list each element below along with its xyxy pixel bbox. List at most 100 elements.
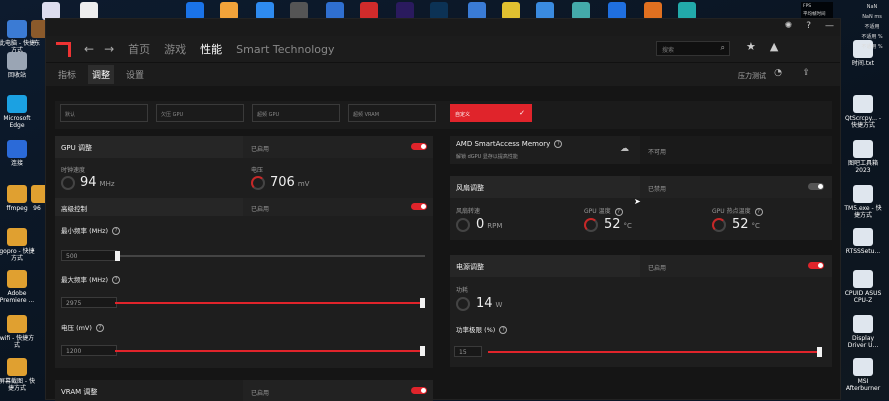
gauge-icon[interactable]: ◔ [774,68,782,78]
help-icon[interactable]: ? [754,207,763,216]
help-icon[interactable]: ? [614,207,623,216]
desktop-icon[interactable]: gopro - 快捷方式 [0,228,37,262]
advanced-control-label: 高级控制 [61,205,87,213]
voltage-mv-slider-handle[interactable] [420,346,425,356]
tab-smart-technology[interactable]: Smart Technology [236,43,334,56]
help-icon[interactable]: ? [112,276,121,284]
fan-status-cell [640,176,832,198]
checkmark-icon: ✓ [519,109,525,117]
stress-test-label[interactable]: 压力测试 [738,71,766,81]
power-limit-slider[interactable] [488,347,822,357]
back-button[interactable]: ← [84,42,94,56]
voltage-mv-slider-fill [115,350,420,352]
desktop-icon[interactable]: Microsoft Edge [0,95,37,129]
desktop-icon[interactable]: Display Driver U... [842,315,884,349]
help-icon[interactable]: ? [112,227,121,235]
preset-default[interactable]: 默认 [60,104,148,122]
desktop-icon[interactable]: Adobe Premiere ... [0,270,37,304]
sam-title-text: AMD SmartAccess Memory [456,140,551,148]
tab-settings[interactable]: 设置 [122,65,148,84]
preset-custom[interactable]: 自定义 ✓ [450,104,532,122]
max-freq-input[interactable]: 2975 [61,297,117,308]
voltage-gauge-icon [251,176,265,190]
bug-icon[interactable]: ✺ [785,21,793,31]
desktop-icon-label: 96 [33,205,41,212]
desktop-icon[interactable]: 东 [31,20,51,47]
power-draw-unit: W [495,301,503,309]
power-draw-label: 功耗 [456,287,469,294]
desktop-icon[interactable]: 连接 [0,140,37,167]
desktop-icon[interactable]: QtScrcpy... - 快捷方式 [842,95,884,129]
desktop-icon-label: 东 [33,40,40,47]
desktop-icon[interactable]: MSI Afterburner [842,358,884,392]
min-freq-slider-handle[interactable] [115,251,120,261]
desktop-icon[interactable]: RTSSSetu... [842,228,884,255]
desktop-icon[interactable]: CPUID ASUS CPU-Z [842,270,884,304]
voltage-mv-slider[interactable] [115,346,425,356]
min-freq-label: 最小频率 (MHz)? [61,225,121,235]
advanced-control-status-cell [243,198,433,216]
desktop-icon-label: Display Driver U... [847,335,879,349]
desktop-icon[interactable]: 回收站 [0,52,37,79]
help-icon[interactable]: ? [806,21,811,31]
desktop-icon[interactable]: wifi - 快捷方式 [0,315,37,349]
search-input[interactable]: 搜索 ⌕ [656,41,730,56]
voltage-label: 电压 [251,167,264,174]
fan-speed-number: 0 [476,217,485,232]
preset-bar: 默认 欠压 GPU 超频 GPU 超频 VRAM 自定义 ✓ [55,101,832,129]
help-icon[interactable]: ? [554,140,563,148]
tab-tuning[interactable]: 调整 [88,65,115,84]
max-freq-slider[interactable] [115,298,425,308]
gpu-tuning-toggle[interactable] [411,143,427,150]
desktop-icon-label: gopro - 快捷方式 [0,248,35,262]
desktop-icon[interactable]: 图吧工具箱 2023 [842,140,884,174]
desktop-icon-image [853,140,873,158]
overlay-metric-value: NaN ms [862,14,882,20]
voltage-unit: mV [297,180,310,188]
desktop-icon-label: Microsoft Edge [3,115,31,129]
desktop-icon[interactable]: TM5.exe - 快捷方式 [842,185,884,219]
preset-undervolt-gpu[interactable]: 欠压 GPU [156,104,244,122]
vram-toggle[interactable] [411,387,427,394]
forward-button[interactable]: → [104,42,114,56]
vram-status-cell [243,380,433,401]
power-limit-slider-handle[interactable] [817,347,822,357]
min-freq-input[interactable]: 500 [61,250,117,261]
power-gauge-icon [456,297,470,311]
voltage-number: 706 [270,175,295,190]
clock-speed-number: 94 [80,175,97,190]
desktop-icon-image [7,140,27,158]
power-toggle[interactable] [808,262,824,269]
minimize-icon[interactable]: — [825,21,834,31]
desktop-icon-image [853,95,873,113]
tab-home[interactable]: 首页 [128,41,150,57]
max-freq-slider-handle[interactable] [420,298,425,308]
desktop-icon[interactable]: 96 [31,185,51,212]
fan-speed-unit: RPM [487,222,503,230]
voltage-mv-input[interactable]: 1200 [61,345,117,356]
desktop-icon[interactable]: 屏幕截图 - 快捷方式 [0,358,37,392]
bell-icon[interactable]: ▲ [770,40,778,53]
gpu-tuning-status: 已启用 [251,146,270,153]
advanced-control-toggle[interactable] [411,203,427,210]
power-limit-text: 功率极限 (%) [456,326,496,334]
tab-gaming[interactable]: 游戏 [164,41,186,57]
help-icon[interactable]: ? [95,324,104,332]
power-limit-input[interactable]: 15 [454,346,482,357]
desktop-icon-label: CPUID ASUS CPU-Z [844,290,882,304]
min-freq-slider[interactable] [115,251,425,261]
preset-overclock-gpu[interactable]: 超频 GPU [252,104,340,122]
fan-toggle[interactable] [808,183,824,190]
preset-overclock-vram[interactable]: 超频 VRAM [348,104,436,122]
power-limit-label: 功率极限 (%)? [456,324,508,334]
fan-tuning-panel: 风扇调整 已禁用 风扇转速 0 RPM GPU 温度? 52 °C GPU 热点温度… [450,176,832,240]
star-icon[interactable]: ★ [746,40,756,53]
desktop-icon-label: wifi - 快捷方式 [0,335,35,349]
voltage-mv-label: 电压 (mV)? [61,322,104,332]
gpu-temp-text: GPU 温度 [584,208,611,215]
tab-performance[interactable]: 性能 [200,41,223,64]
hotspot-temp-text: GPU 热点温度 [712,208,751,215]
export-icon[interactable]: ⇪ [802,68,810,78]
tab-metrics[interactable]: 指标 [54,65,80,84]
help-icon[interactable]: ? [499,326,508,334]
